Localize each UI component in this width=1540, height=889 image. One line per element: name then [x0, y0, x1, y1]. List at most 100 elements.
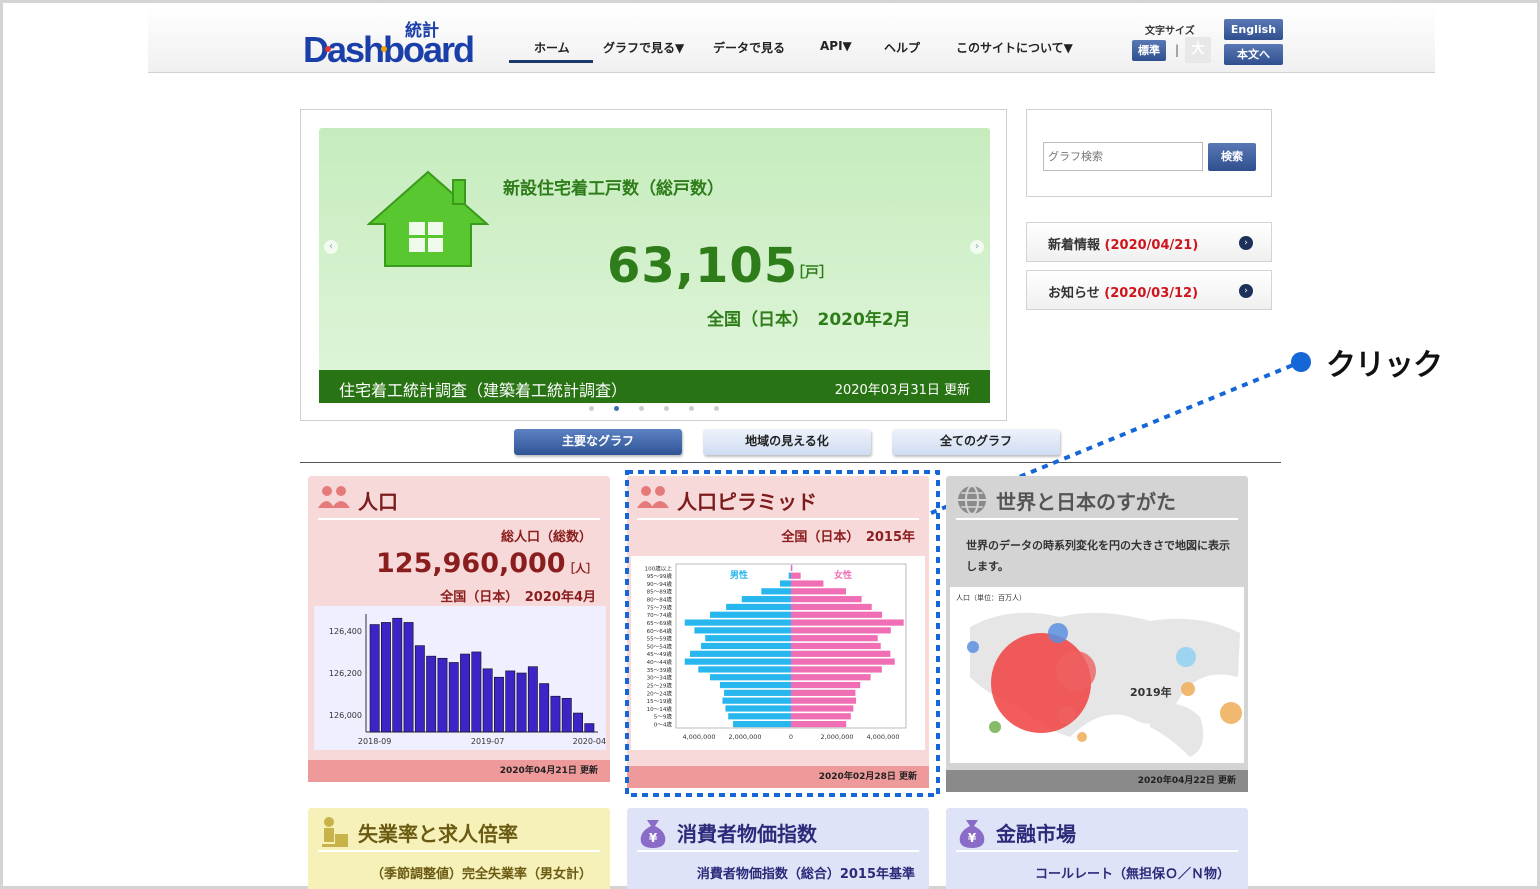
female-bar — [791, 619, 904, 626]
graph-search-input[interactable] — [1043, 142, 1203, 171]
male-bar — [690, 650, 791, 657]
carousel-prev-icon[interactable]: ‹ — [324, 240, 338, 254]
x-tick-label: 2018-09 — [358, 737, 391, 746]
population-region-period: 全国（日本） 2020年4月 — [440, 590, 596, 605]
pyramid-region-period: 全国（日本） 2015年 — [781, 530, 915, 545]
carousel-next-icon[interactable]: › — [970, 240, 984, 254]
bar — [584, 723, 595, 733]
font-size-separator: | — [1175, 43, 1180, 57]
pyramid-title: 人口ピラミッド — [677, 490, 817, 514]
bar — [482, 668, 493, 733]
age-tick-label: 60～64歳 — [647, 627, 673, 635]
nav-graphs[interactable]: グラフで見る▼ — [603, 39, 684, 56]
notice-arrow-icon[interactable]: › — [1239, 284, 1253, 298]
male-bar — [710, 611, 791, 618]
age-tick-label: 35～39歳 — [647, 666, 673, 674]
male-bar — [741, 596, 791, 603]
notice-row[interactable]: お知らせ (2020/03/12) › — [1026, 270, 1272, 310]
population-title: 人口 — [358, 490, 398, 514]
search-panel: 検索 — [1026, 109, 1272, 197]
cpi-metric: 消費者物価指数（総合）2015年基準 — [696, 867, 915, 882]
nav-api[interactable]: API▼ — [820, 39, 852, 53]
section-divider — [300, 462, 1281, 463]
carousel-dot[interactable] — [689, 406, 694, 411]
female-bar — [791, 681, 861, 689]
english-button[interactable]: English — [1224, 19, 1283, 40]
world-map-caption: 人口（単位：百万人） — [956, 594, 1026, 602]
x-tick-label: 4,000,000 — [866, 733, 899, 741]
carousel-slide[interactable]: 新設住宅着工戸数（総戸数） 63,105 ［戸］ 全国（日本） 2020年2月 … — [319, 128, 990, 403]
search-button[interactable]: 検索 — [1208, 143, 1256, 171]
male-bar — [733, 720, 791, 728]
unemployment-card[interactable]: 失業率と求人倍率 （季節調整値）完全失業率（男女計） — [308, 808, 610, 889]
bar — [527, 666, 538, 733]
tab-region-visualization[interactable]: 地域の見える化 — [703, 429, 871, 455]
world-card[interactable]: 世界と日本のすがた 世界のデータの時系列変化を円の大きさで地図に表示します。 人… — [946, 476, 1248, 792]
bar — [392, 617, 403, 733]
nav-data[interactable]: データで見る — [713, 39, 785, 56]
population-updated: 2020年04月21日 更新 — [308, 760, 610, 782]
nav-about[interactable]: このサイトについて▼ — [956, 39, 1073, 56]
unemployment-rule — [318, 850, 600, 852]
male-bar — [694, 627, 791, 634]
tab-all-graphs[interactable]: 全てのグラフ — [892, 429, 1060, 455]
notice-date: (2020/03/12) — [1104, 286, 1199, 301]
carousel-region-period: 全国（日本） 2020年2月 — [707, 310, 911, 330]
cpi-card[interactable]: ¥ 消費者物価指数 消費者物価指数（総合）2015年基準 — [627, 808, 929, 889]
skip-to-main-button[interactable]: 本文へ — [1224, 44, 1283, 65]
age-tick-label: 85～89歳 — [647, 588, 673, 596]
globe-icon — [958, 485, 986, 515]
age-tick-label: 0～4歳 — [654, 721, 673, 729]
news-label: 新着情報 (2020/04/21) — [1048, 234, 1198, 253]
font-standard-button[interactable]: 標準 — [1132, 40, 1166, 61]
site-logo[interactable]: Dashboard 統計 — [301, 18, 475, 70]
population-chart[interactable]: 126,400 126,200 126,000 2018-09 2019-07 2020-… — [314, 606, 606, 750]
carousel-dot[interactable] — [714, 406, 719, 411]
world-title: 世界と日本のすがた — [996, 490, 1176, 514]
pyramid-updated: 2020年02月28日 更新 — [627, 766, 929, 788]
nav-home[interactable]: ホーム — [534, 39, 570, 56]
bar — [505, 670, 516, 733]
finance-card[interactable]: ¥ 金融市場 コールレート（無担保Ｏ／Ｎ物） — [946, 808, 1248, 889]
font-large-button[interactable]: 大 — [1185, 37, 1211, 63]
font-size-label: 文字サイズ — [1145, 26, 1195, 37]
female-bar — [791, 603, 872, 611]
bar — [414, 645, 425, 733]
world-map[interactable]: 人口（単位：百万人） 2019年 — [950, 587, 1244, 763]
age-tick-label: 90～94歳 — [647, 580, 673, 588]
tab-main-graphs[interactable]: 主要なグラフ — [514, 429, 682, 455]
male-bar — [722, 697, 791, 704]
female-bar — [791, 580, 824, 587]
population-card[interactable]: 人口 総人口（総数） 125,960,000 ［人］ 全国（日本） 2020年4… — [308, 476, 610, 782]
carousel-dot[interactable] — [639, 406, 644, 411]
pyramid-card[interactable]: 人口ピラミッド 全国（日本） 2015年 0～4歳 5～9歳 10～14歳 15～19… — [627, 476, 929, 788]
carousel-dot[interactable] — [664, 406, 669, 411]
age-tick-label: 45～49歳 — [647, 650, 673, 658]
age-tick-label: 95～99歳 — [647, 572, 673, 580]
male-bar — [724, 689, 791, 696]
bar — [561, 697, 572, 733]
cpi-rule — [637, 850, 919, 852]
bar — [403, 622, 414, 733]
carousel-dot[interactable] — [589, 406, 594, 411]
news-arrow-icon[interactable]: › — [1239, 236, 1253, 250]
age-tick-label: 20～24歳 — [647, 689, 673, 697]
news-date: (2020/04/21) — [1104, 238, 1199, 253]
carousel-dot[interactable] — [614, 406, 619, 411]
logo-kanji: 統計 — [405, 20, 439, 41]
age-tick-label: 30～34歳 — [647, 674, 673, 682]
y-tick-label: 126,000 — [329, 711, 362, 720]
finance-rule — [956, 850, 1238, 852]
nav-help[interactable]: ヘルプ — [884, 39, 920, 56]
male-bar — [719, 681, 791, 689]
male-bar — [725, 705, 791, 712]
age-tick-label: 5～9歳 — [654, 713, 673, 721]
news-row[interactable]: 新着情報 (2020/04/21) › — [1026, 222, 1272, 262]
legend-female: 女性 — [834, 569, 852, 581]
carousel-footer: 住宅着工統計調査（建築着工統計調査） 2020年03月31日 更新 — [319, 370, 990, 403]
male-bar — [698, 666, 791, 673]
age-tick-label: 80～84歳 — [647, 596, 673, 604]
female-bar — [791, 611, 883, 618]
world-description: 世界のデータの時系列変化を円の大きさで地図に表示します。 — [966, 539, 1230, 573]
pyramid-chart[interactable]: 0～4歳5～9歳10～14歳15～19歳20～24歳25～29歳30～34歳35… — [631, 556, 925, 750]
